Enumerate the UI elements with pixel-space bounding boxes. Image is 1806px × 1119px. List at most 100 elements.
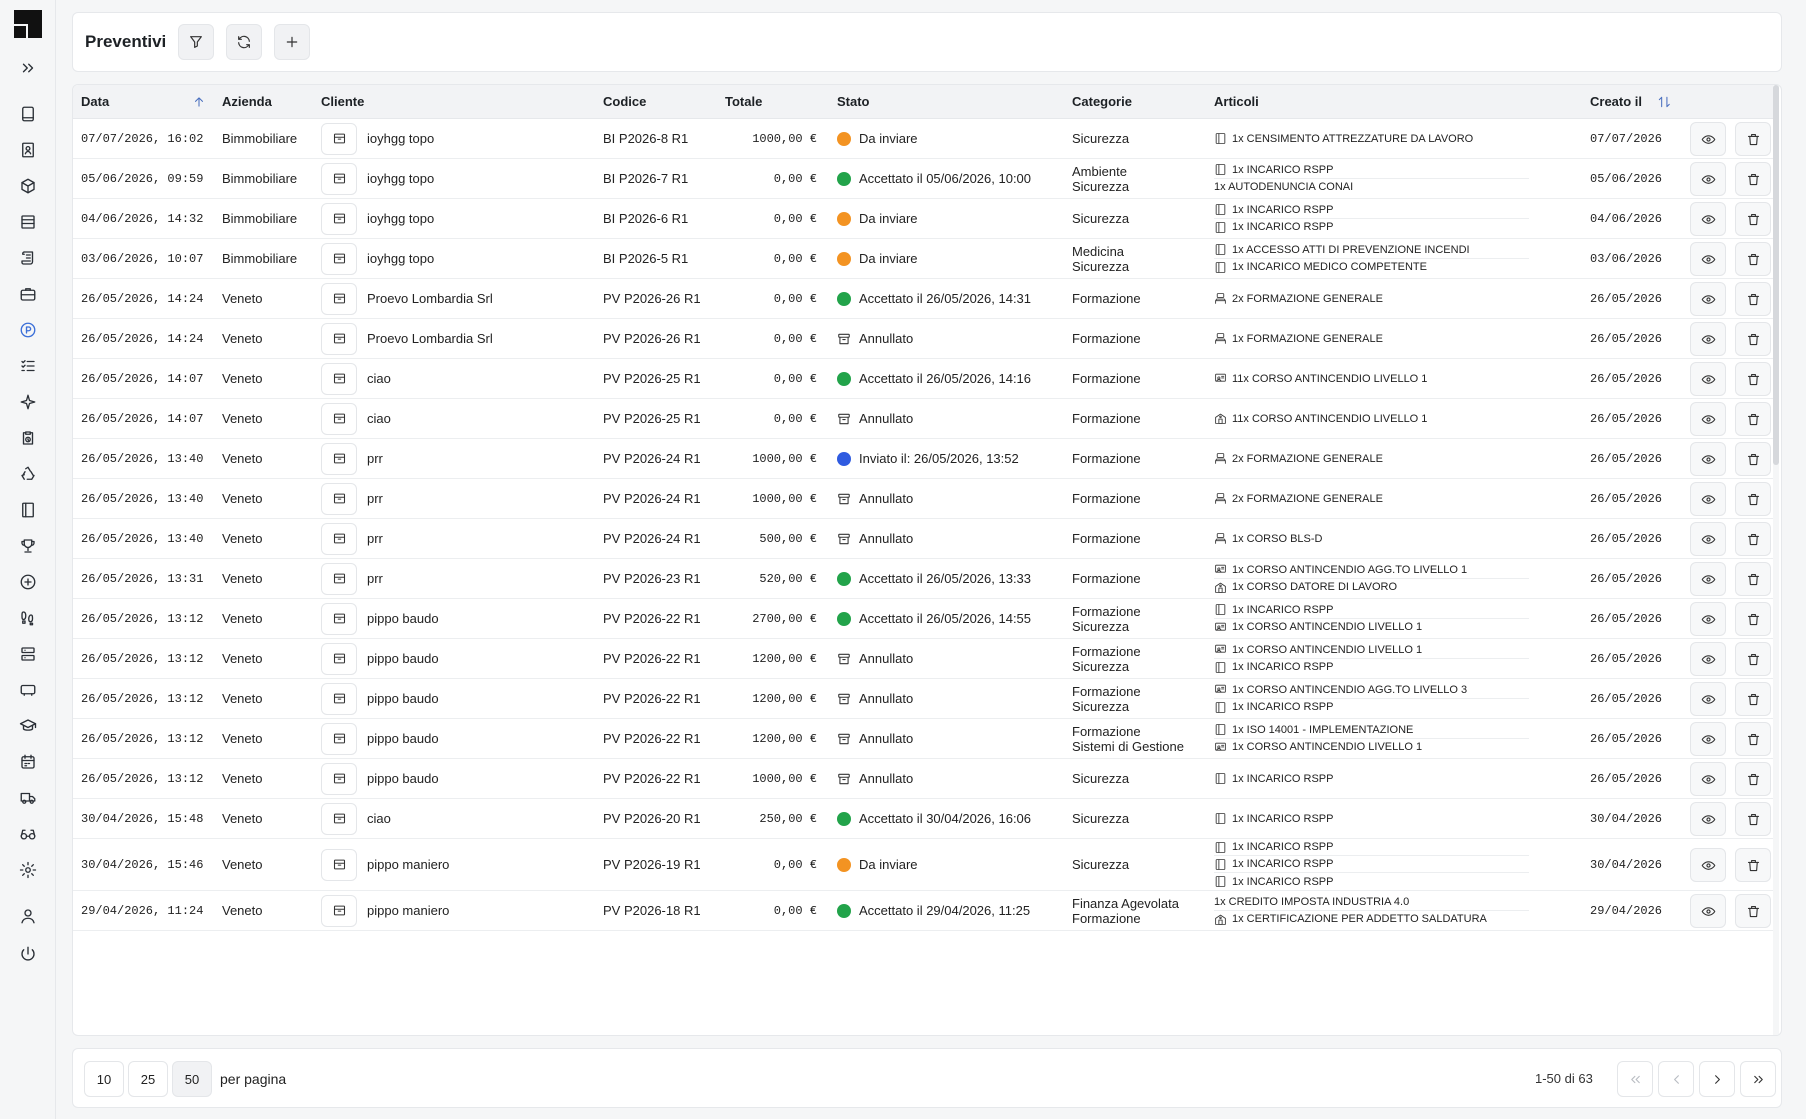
add-button[interactable] xyxy=(274,24,311,60)
sidebar-item-package[interactable] xyxy=(18,176,38,196)
client-button[interactable] xyxy=(321,848,357,881)
delete-button[interactable] xyxy=(1735,402,1771,436)
delete-button[interactable] xyxy=(1735,442,1771,476)
client-button[interactable] xyxy=(321,482,357,515)
column-header-totale[interactable]: Totale xyxy=(725,85,762,119)
delete-button[interactable] xyxy=(1735,202,1771,236)
delete-button[interactable] xyxy=(1735,642,1771,676)
client-button[interactable] xyxy=(321,722,357,755)
client-button[interactable] xyxy=(321,322,357,355)
client-button[interactable] xyxy=(321,642,357,675)
table-row[interactable]: 26/05/2026, 13:12 Veneto pippo baudo PV P20… xyxy=(73,639,1773,679)
table-row[interactable]: 26/05/2026, 13:40 Veneto prr PV P2026-24 R1… xyxy=(73,519,1773,559)
delete-button[interactable] xyxy=(1735,602,1771,636)
sidebar-item-recycle[interactable] xyxy=(18,464,38,484)
page-size-25[interactable]: 25 xyxy=(128,1061,168,1097)
table-row[interactable]: 07/07/2026, 16:02 Bimmobiliare ioyhgg topo… xyxy=(73,119,1773,159)
table-row[interactable]: 26/05/2026, 13:40 Veneto prr PV P2026-24 R1… xyxy=(73,479,1773,519)
table-row[interactable]: 30/04/2026, 15:46 Veneto pippo maniero PV P… xyxy=(73,839,1773,891)
sidebar-item-book[interactable] xyxy=(18,104,38,124)
view-button[interactable] xyxy=(1690,362,1726,396)
view-button[interactable] xyxy=(1690,722,1726,756)
view-button[interactable] xyxy=(1690,402,1726,436)
client-button[interactable] xyxy=(321,442,357,475)
client-name[interactable]: ciao xyxy=(367,411,391,426)
client-name[interactable]: pippo baudo xyxy=(367,771,439,786)
view-button[interactable] xyxy=(1690,682,1726,716)
delete-button[interactable] xyxy=(1735,122,1771,156)
scrollbar-thumb[interactable] xyxy=(1773,85,1779,465)
client-button[interactable] xyxy=(321,362,357,395)
sidebar-item-truck[interactable] xyxy=(18,788,38,808)
table-row[interactable]: 26/05/2026, 13:12 Veneto pippo baudo PV P20… xyxy=(73,599,1773,639)
column-header-creato[interactable]: Creato il xyxy=(1590,85,1642,119)
table-row[interactable]: 05/06/2026, 09:59 Bimmobiliare ioyhgg topo… xyxy=(73,159,1773,199)
table-row[interactable]: 26/05/2026, 13:40 Veneto prr PV P2026-24 R1… xyxy=(73,439,1773,479)
table-row[interactable]: 26/05/2026, 14:07 Veneto ciao PV P2026-25 R… xyxy=(73,359,1773,399)
prev-page-button[interactable] xyxy=(1658,1061,1694,1097)
view-button[interactable] xyxy=(1690,122,1726,156)
sidebar-item-contact-book[interactable] xyxy=(18,140,38,160)
client-name[interactable]: pippo baudo xyxy=(367,651,439,666)
client-name[interactable]: ioyhgg topo xyxy=(367,131,434,146)
client-name[interactable]: pippo maniero xyxy=(367,903,449,918)
client-button[interactable] xyxy=(321,162,357,195)
table-row[interactable]: 26/05/2026, 13:31 Veneto prr PV P2026-23 R1… xyxy=(73,559,1773,599)
first-page-button[interactable] xyxy=(1617,1061,1653,1097)
sidebar-item-trophy[interactable] xyxy=(18,536,38,556)
view-button[interactable] xyxy=(1690,642,1726,676)
delete-button[interactable] xyxy=(1735,682,1771,716)
client-name[interactable]: Proevo Lombardia Srl xyxy=(367,291,493,306)
client-name[interactable]: pippo baudo xyxy=(367,731,439,746)
page-size-10[interactable]: 10 xyxy=(84,1061,124,1097)
sidebar-item-settings[interactable] xyxy=(18,860,38,880)
delete-button[interactable] xyxy=(1735,802,1771,836)
sidebar-item-clipboard-clock[interactable] xyxy=(18,428,38,448)
delete-button[interactable] xyxy=(1735,242,1771,276)
view-button[interactable] xyxy=(1690,322,1726,356)
view-button[interactable] xyxy=(1690,482,1726,516)
client-button[interactable] xyxy=(321,402,357,435)
client-button[interactable] xyxy=(321,522,357,555)
client-button[interactable] xyxy=(321,282,357,315)
view-button[interactable] xyxy=(1690,282,1726,316)
client-button[interactable] xyxy=(321,122,357,155)
delete-button[interactable] xyxy=(1735,162,1771,196)
sidebar-item-expand[interactable] xyxy=(18,58,38,78)
table-row[interactable]: 04/06/2026, 14:32 Bimmobiliare ioyhgg topo… xyxy=(73,199,1773,239)
client-name[interactable]: pippo maniero xyxy=(367,857,449,872)
table-row[interactable]: 26/05/2026, 13:12 Veneto pippo baudo PV P20… xyxy=(73,679,1773,719)
column-header-azienda[interactable]: Azienda xyxy=(222,85,272,119)
column-header-codice[interactable]: Codice xyxy=(603,85,646,119)
sidebar-item-footprints[interactable] xyxy=(18,608,38,628)
last-page-button[interactable] xyxy=(1740,1061,1776,1097)
table-scrollbar[interactable] xyxy=(1773,85,1779,1035)
sidebar-item-server[interactable] xyxy=(18,644,38,664)
table-row[interactable]: 26/05/2026, 13:12 Veneto pippo baudo PV P20… xyxy=(73,719,1773,759)
sidebar-item-sparkle[interactable] xyxy=(18,392,38,412)
client-name[interactable]: ioyhgg topo xyxy=(367,211,434,226)
sort-toggle-icon[interactable] xyxy=(1657,95,1671,109)
next-page-button[interactable] xyxy=(1699,1061,1735,1097)
sidebar-item-list[interactable] xyxy=(18,212,38,232)
table-row[interactable]: 26/05/2026, 14:07 Veneto ciao PV P2026-25 R… xyxy=(73,399,1773,439)
client-button[interactable] xyxy=(321,802,357,835)
page-size-50[interactable]: 50 xyxy=(172,1061,212,1097)
sidebar-item-checklist[interactable] xyxy=(18,356,38,376)
delete-button[interactable] xyxy=(1735,762,1771,796)
client-button[interactable] xyxy=(321,682,357,715)
client-button[interactable] xyxy=(321,602,357,635)
table-row[interactable]: 26/05/2026, 14:24 Veneto Proevo Lombardia … xyxy=(73,319,1773,359)
sidebar-item-screen[interactable] xyxy=(18,680,38,700)
sidebar-item-user[interactable] xyxy=(18,906,38,926)
client-name[interactable]: pippo baudo xyxy=(367,611,439,626)
client-button[interactable] xyxy=(321,562,357,595)
view-button[interactable] xyxy=(1690,242,1726,276)
sidebar-item-preventivi[interactable] xyxy=(18,320,38,340)
delete-button[interactable] xyxy=(1735,848,1771,882)
table-row[interactable]: 26/05/2026, 13:12 Veneto pippo baudo PV P20… xyxy=(73,759,1773,799)
filter-button[interactable] xyxy=(178,24,215,60)
table-row[interactable]: 03/06/2026, 10:07 Bimmobiliare ioyhgg topo… xyxy=(73,239,1773,279)
client-name[interactable]: prr xyxy=(367,531,383,546)
view-button[interactable] xyxy=(1690,802,1726,836)
